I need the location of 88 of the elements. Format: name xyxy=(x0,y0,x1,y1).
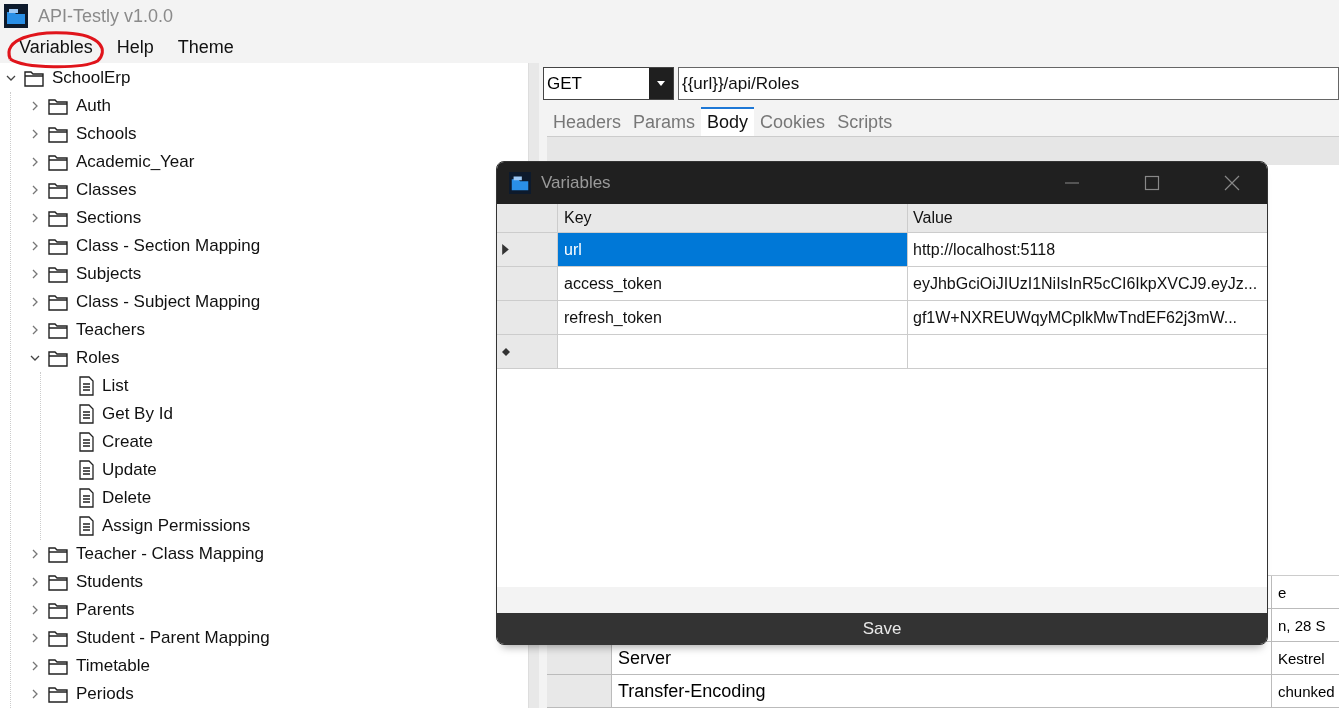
folder-icon xyxy=(48,573,68,591)
folder-item[interactable]: SchoolErp xyxy=(52,68,131,88)
folder-item[interactable]: Timetable xyxy=(76,656,150,676)
chevron-right-icon[interactable] xyxy=(30,549,40,559)
folder-icon xyxy=(48,545,68,563)
chevron-right-icon[interactable] xyxy=(30,101,40,111)
folder-icon xyxy=(48,153,68,171)
chevron-right-icon[interactable] xyxy=(30,241,40,251)
folder-icon xyxy=(48,181,68,199)
save-button[interactable]: Save xyxy=(497,613,1267,644)
close-icon xyxy=(1224,175,1240,191)
window-title: API-Testly v1.0.0 xyxy=(38,5,174,27)
maximize-icon xyxy=(1144,175,1160,191)
key-cell[interactable]: url xyxy=(558,233,908,266)
app-logo-icon xyxy=(509,172,531,194)
menu-item[interactable]: Theme xyxy=(172,35,239,61)
document-icon xyxy=(78,488,94,508)
app-logo-icon xyxy=(4,4,28,29)
folder-item[interactable]: Parents xyxy=(76,600,135,620)
table-cell-text: chunked xyxy=(1277,682,1335,700)
folder-item[interactable]: Academic_Year xyxy=(76,152,195,172)
folder-icon xyxy=(48,321,68,339)
tab[interactable]: Headers xyxy=(547,107,628,136)
new-row-icon xyxy=(502,347,510,356)
table-cell-text: Kestrel xyxy=(1277,649,1325,667)
folder-icon xyxy=(48,209,68,227)
folder-item[interactable]: Teachers xyxy=(76,320,145,340)
folder-icon xyxy=(48,265,68,283)
method-dropdown[interactable]: GET xyxy=(543,67,674,100)
folder-item[interactable]: Students xyxy=(76,572,144,592)
chevron-down-icon[interactable] xyxy=(6,73,16,83)
chevron-right-icon[interactable] xyxy=(30,689,40,699)
tab[interactable]: Body xyxy=(701,107,755,136)
folder-item[interactable]: Auth xyxy=(76,96,111,116)
request-item[interactable]: Create xyxy=(102,432,154,452)
document-icon xyxy=(78,432,94,452)
dialog-title: Variables xyxy=(541,173,611,193)
folder-item[interactable]: Teacher - Class Mapping xyxy=(76,544,265,564)
chevron-right-icon[interactable] xyxy=(30,577,40,587)
chevron-right-icon[interactable] xyxy=(30,605,40,615)
folder-icon xyxy=(48,685,68,703)
minimize-icon xyxy=(1064,182,1080,184)
chevron-right-icon[interactable] xyxy=(30,157,40,167)
document-icon xyxy=(78,404,94,424)
folder-item[interactable]: Class - Section Mapping xyxy=(76,236,261,256)
folder-item[interactable]: Subjects xyxy=(76,264,142,284)
folder-item[interactable]: Classes xyxy=(76,180,137,200)
folder-icon xyxy=(48,97,68,115)
url-field[interactable]: {{url}}/api/Roles xyxy=(678,67,1339,100)
chevron-right-icon[interactable] xyxy=(30,185,40,195)
tab[interactable]: Cookies xyxy=(754,107,832,136)
chevron-right-icon[interactable] xyxy=(30,269,40,279)
folder-icon xyxy=(48,237,68,255)
request-item[interactable]: Delete xyxy=(102,488,152,508)
folder-item[interactable]: Schools xyxy=(76,124,137,144)
chevron-right-icon[interactable] xyxy=(30,213,40,223)
folder-item[interactable]: Class - Subject Mapping xyxy=(76,292,261,312)
chevron-right-icon[interactable] xyxy=(30,633,40,643)
folder-icon xyxy=(24,69,44,87)
request-item[interactable]: Get By Id xyxy=(102,404,173,424)
folder-item[interactable]: Periods xyxy=(76,684,134,704)
table-cell: Transfer-Encoding xyxy=(612,675,1272,707)
folder-icon xyxy=(48,629,68,647)
folder-icon xyxy=(48,657,68,675)
request-item[interactable]: List xyxy=(102,376,129,396)
chevron-right-icon[interactable] xyxy=(30,325,40,335)
folder-icon xyxy=(48,349,68,367)
tab[interactable]: Params xyxy=(627,107,702,136)
document-icon xyxy=(78,516,94,536)
request-item[interactable]: Assign Permissions xyxy=(102,516,251,536)
folder-icon xyxy=(48,601,68,619)
folder-icon xyxy=(48,125,68,143)
folder-item[interactable]: Roles xyxy=(76,348,120,368)
request-item[interactable]: Update xyxy=(102,460,157,480)
chevron-down-icon[interactable] xyxy=(30,353,40,363)
chevron-right-icon[interactable] xyxy=(30,129,40,139)
caret-down-icon xyxy=(657,81,665,86)
table-cell-text: n, 28 S xyxy=(1277,616,1326,634)
tab[interactable]: Scripts xyxy=(831,107,899,136)
column-header: e xyxy=(1277,583,1287,601)
folder-icon xyxy=(48,293,68,311)
chevron-right-icon[interactable] xyxy=(30,297,40,307)
folder-item[interactable]: Student - Parent Mapping xyxy=(76,628,270,648)
chevron-right-icon[interactable] xyxy=(30,661,40,671)
folder-item[interactable]: Sections xyxy=(76,208,142,228)
document-icon xyxy=(78,460,94,480)
document-icon xyxy=(78,376,94,396)
menu-item[interactable]: Help xyxy=(111,35,159,61)
